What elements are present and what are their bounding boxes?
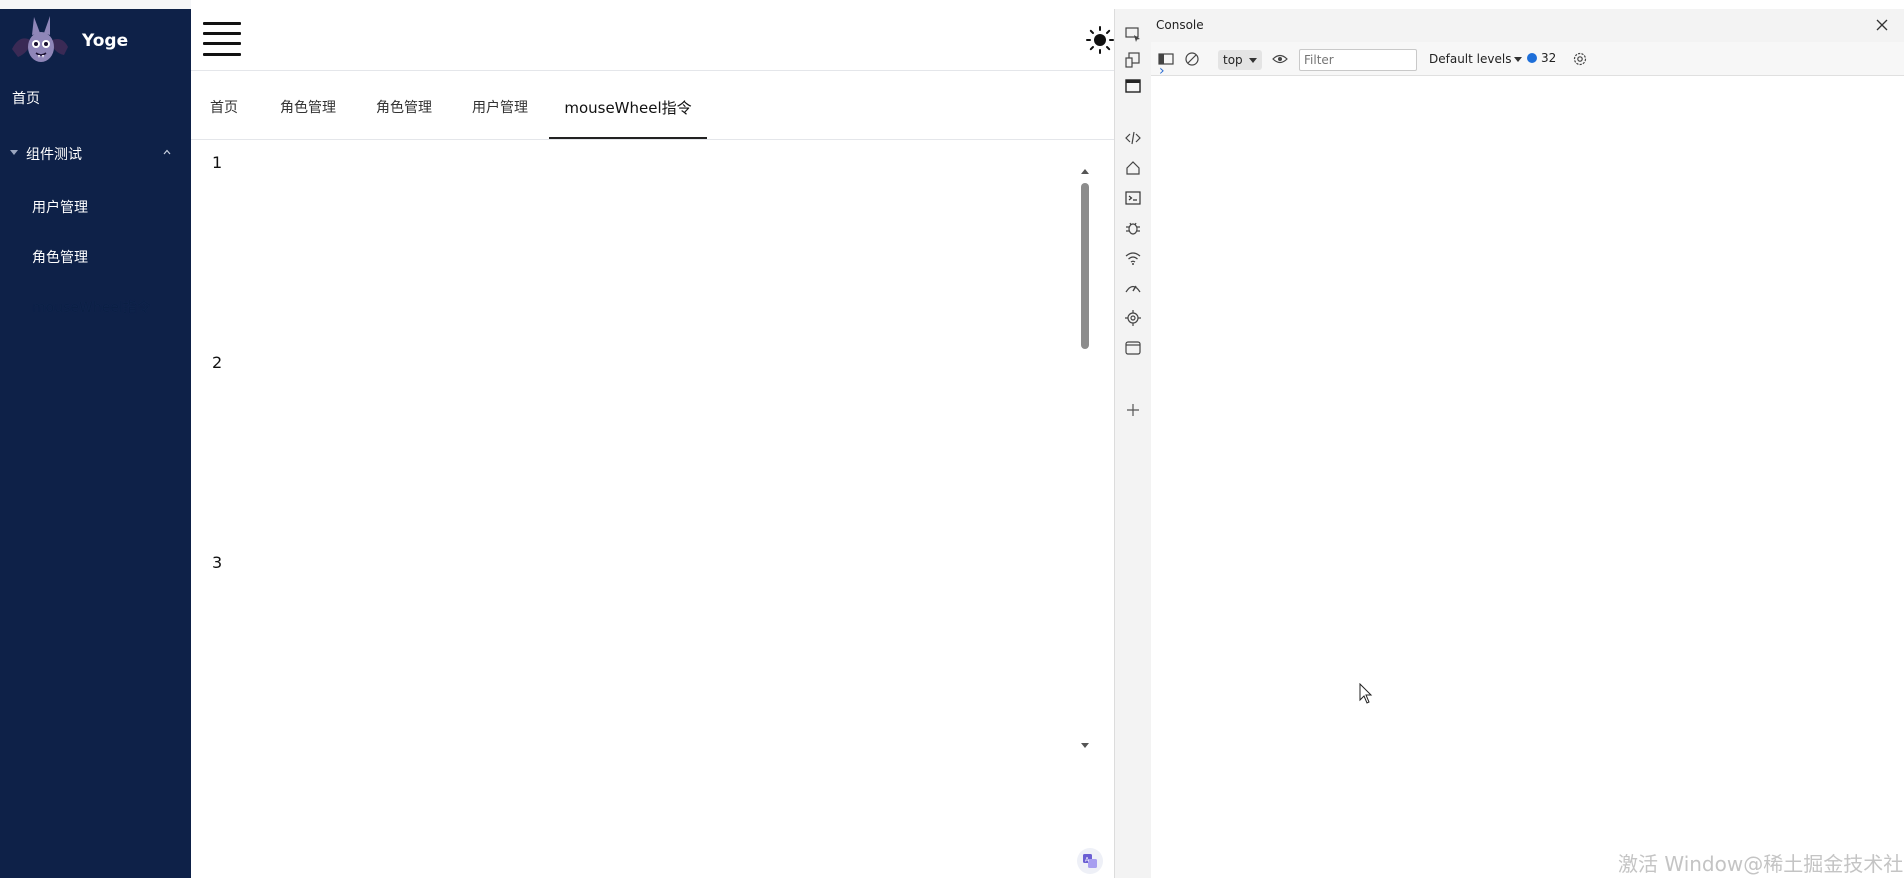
bug-icon[interactable] — [1124, 219, 1142, 237]
network-wifi-icon[interactable] — [1124, 249, 1142, 267]
main-area: 首页 角色管理 角色管理 用户管理 mouseWheel指令 1 2 3 A — [191, 9, 1114, 878]
content-item-2: 2 — [212, 353, 223, 372]
sidebar-item-component-test[interactable]: 组件测试 — [0, 134, 191, 174]
sidebar-subitem-mousewheel[interactable]: mouseWheel指令 — [0, 287, 191, 327]
scrollbar-thumb[interactable] — [1081, 183, 1089, 349]
sidebar-subitem-role-management[interactable]: 角色管理 — [0, 237, 191, 277]
performance-icon[interactable] — [1124, 279, 1142, 297]
sidebar-subitem-label: 用户管理 — [32, 200, 88, 216]
translate-button[interactable]: A — [1077, 848, 1103, 874]
sidebar-item-label: 组件测试 — [26, 147, 82, 163]
sidebar-item-home[interactable]: 首页 — [0, 78, 191, 118]
theme-toggle-sun-icon[interactable] — [1085, 25, 1115, 55]
dropdown-arrow-icon — [1514, 57, 1523, 62]
add-tool-plus-icon[interactable] — [1124, 401, 1142, 419]
tab-role-management-1[interactable]: 角色管理 — [277, 71, 339, 139]
log-levels-label: Default levels — [1429, 52, 1512, 66]
message-count-badge[interactable]: 32 — [1527, 51, 1556, 65]
scroll-down-arrow-icon[interactable] — [1081, 743, 1089, 748]
welcome-home-icon[interactable] — [1124, 159, 1142, 177]
console-icon[interactable] — [1124, 189, 1142, 207]
mouse-cursor-icon — [1359, 683, 1373, 704]
bat-mascot-logo — [12, 16, 68, 62]
live-expression-eye-icon[interactable] — [1271, 50, 1289, 68]
content-item-1: 1 — [212, 153, 223, 172]
settings-gear-icon[interactable] — [1571, 50, 1589, 68]
console-prompt[interactable]: › — [1159, 63, 1165, 79]
devtools-console-panel: Console top Default levels 32 › — [1151, 9, 1904, 878]
context-select[interactable]: top — [1218, 50, 1262, 70]
header — [191, 9, 1114, 71]
application-icon[interactable] — [1124, 339, 1142, 357]
dropdown-arrow-icon — [1249, 58, 1257, 63]
tab-user-management[interactable]: 用户管理 — [469, 71, 531, 139]
top-strip — [0, 0, 191, 9]
sidebar-item-label: 首页 — [12, 91, 40, 107]
devtools-activity-bar — [1114, 9, 1152, 878]
message-count: 32 — [1541, 51, 1557, 65]
close-icon[interactable] — [1874, 17, 1890, 33]
devtools-title-bar: Console — [1151, 9, 1904, 43]
scroll-up-arrow-icon[interactable] — [1081, 169, 1089, 174]
brand-name: Yoge — [82, 31, 129, 51]
sidebar-subitem-label: 角色管理 — [32, 250, 88, 266]
devtools-title: Console — [1156, 18, 1204, 32]
sidebar-subitem-label: mouseWheel指令 — [32, 300, 151, 316]
tab-role-management-2[interactable]: 角色管理 — [373, 71, 435, 139]
hamburger-menu-icon[interactable] — [203, 20, 241, 58]
sidebar-subitem-user-management[interactable]: 用户管理 — [0, 187, 191, 227]
filter-input[interactable] — [1299, 49, 1417, 71]
inspect-icon[interactable] — [1124, 25, 1142, 43]
activation-watermark: 激活 Window@稀土掘金技术社区 — [1618, 852, 1904, 876]
clear-console-icon[interactable] — [1183, 50, 1201, 68]
sidebar: Yoge 首页 组件测试 用户管理 角色管理 mouseWheel指令 — [0, 0, 191, 878]
console-toolbar: top Default levels 32 — [1151, 42, 1904, 76]
tab-mousewheel[interactable]: mouseWheel指令 — [549, 71, 707, 139]
caret-down-icon — [10, 150, 18, 155]
logo-area[interactable]: Yoge — [10, 12, 180, 70]
log-levels-dropdown[interactable]: Default levels — [1429, 52, 1523, 66]
device-emulation-icon[interactable] — [1124, 51, 1142, 69]
panel-toggle-icon[interactable] — [1124, 77, 1142, 95]
elements-icon[interactable] — [1124, 129, 1142, 147]
chevron-up-icon — [163, 149, 171, 155]
tab-bar: 首页 角色管理 角色管理 用户管理 mouseWheel指令 — [191, 71, 1114, 140]
memory-chip-icon[interactable] — [1124, 309, 1142, 327]
message-bubble-icon — [1527, 53, 1537, 63]
content-item-3: 3 — [212, 553, 223, 572]
context-select-value: top — [1223, 53, 1243, 67]
tab-home[interactable]: 首页 — [204, 71, 244, 139]
translate-icon: A — [1083, 854, 1097, 868]
vertical-scrollbar[interactable] — [1079, 169, 1091, 749]
